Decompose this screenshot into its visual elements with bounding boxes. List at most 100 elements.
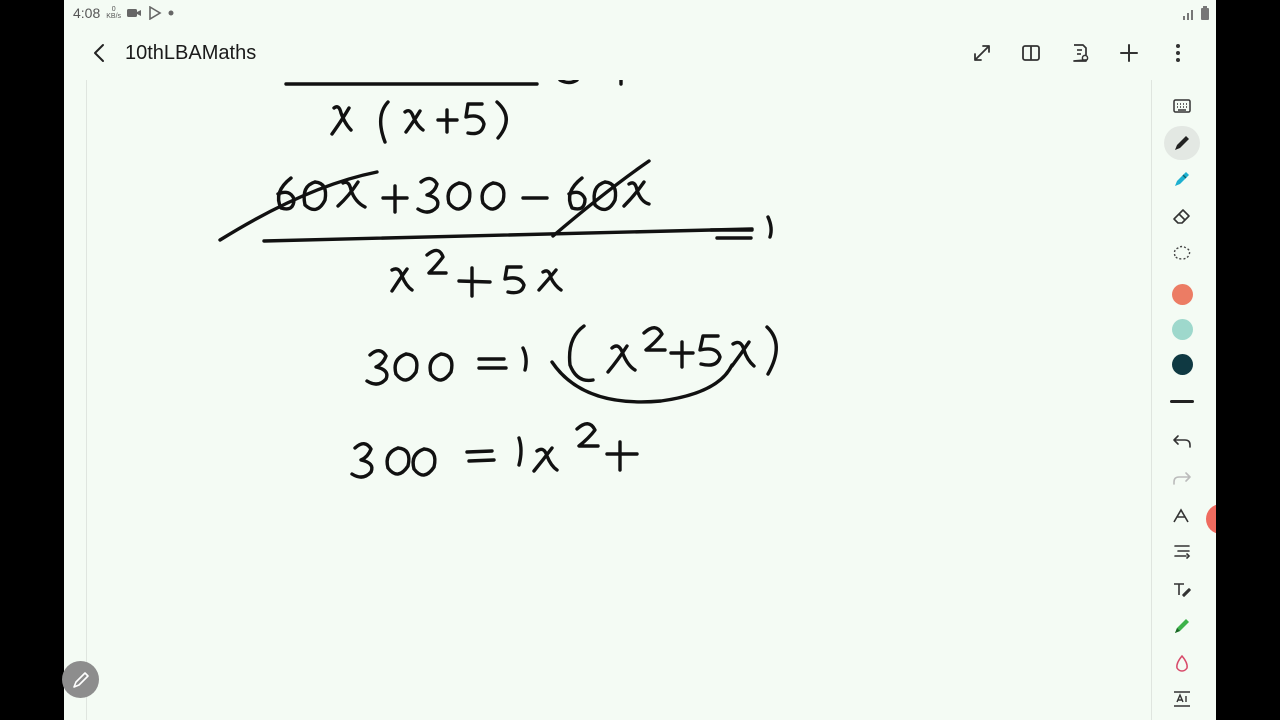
pen-toolbar	[1152, 88, 1216, 720]
page-settings-icon	[1073, 44, 1089, 62]
page-view-button[interactable]	[1007, 29, 1055, 77]
stroke-six-two	[567, 176, 587, 211]
mint-color-dot	[1171, 318, 1193, 340]
page-settings-button[interactable]	[1056, 29, 1104, 77]
add-page-button[interactable]	[1105, 29, 1153, 77]
align-tool[interactable]	[1164, 535, 1200, 569]
shape-text-tool[interactable]	[1164, 499, 1200, 533]
pen-tool[interactable]	[1164, 126, 1200, 160]
keyboard-icon	[1173, 99, 1191, 113]
stroke-plus-four	[669, 340, 695, 369]
expand-icon	[974, 45, 990, 61]
text-tool[interactable]	[1164, 572, 1200, 606]
app-bar-actions	[958, 29, 1202, 77]
stroke-paren-close	[495, 100, 508, 140]
stroke-x-three	[336, 180, 367, 209]
pen-icon	[1175, 136, 1189, 150]
stroke-x-two	[403, 108, 425, 134]
marker-icon	[1175, 619, 1189, 633]
stroke-strike-two	[551, 159, 651, 238]
floating-pen-button[interactable]	[62, 661, 99, 698]
plus-icon	[1120, 44, 1138, 62]
back-button[interactable]	[76, 29, 124, 77]
marker-tool[interactable]	[1164, 609, 1200, 643]
stroke-zero-eight	[411, 447, 437, 477]
stroke-x-one	[330, 105, 353, 136]
stroke-three-two	[365, 349, 389, 386]
signal-icon	[1182, 7, 1196, 23]
stroke-paren-close-two	[765, 325, 778, 376]
stroke-x-nine	[532, 446, 559, 473]
stroke-x-six	[537, 268, 563, 292]
stroke-three-three	[350, 442, 374, 479]
dark-teal-color-dot	[1171, 353, 1193, 375]
network-speed: 0 KB/s	[106, 6, 122, 20]
stroke-plus-one	[436, 108, 459, 134]
stroke-paren-open	[379, 100, 390, 144]
stroke-width-indicator[interactable]	[1170, 400, 1194, 403]
eraser-icon	[1173, 209, 1190, 224]
eraser-tool[interactable]	[1164, 199, 1200, 233]
stroke-one-one	[766, 215, 773, 239]
math-recognize-tool[interactable]	[1164, 682, 1200, 716]
stroke-equals-three	[465, 449, 496, 463]
text-recognize-icon	[1174, 691, 1190, 707]
color-swatch-3[interactable]	[1164, 347, 1200, 381]
align-lines-icon	[1174, 545, 1191, 559]
ink-tool[interactable]	[1164, 646, 1200, 680]
video-camera-icon	[126, 7, 142, 19]
edge-panel-handle[interactable]	[1206, 504, 1216, 534]
note-title: 10thLBAMaths	[125, 41, 257, 64]
redo-icon	[1173, 472, 1191, 485]
stroke-five-two	[503, 265, 526, 295]
stroke-five-three	[698, 334, 722, 367]
stroke-equals-one	[709, 228, 754, 240]
notification-dot-icon	[168, 10, 174, 16]
status-time: 4:08	[73, 5, 101, 21]
convert-shape-icon	[1173, 508, 1189, 523]
stroke-zero-two	[446, 181, 472, 211]
coral-color-dot	[1171, 283, 1193, 305]
book-icon	[1022, 45, 1040, 61]
chevron-left-icon	[94, 44, 104, 62]
redo-button[interactable]	[1164, 461, 1200, 495]
more-vertical-icon	[1176, 44, 1180, 62]
stroke-x-eight	[730, 340, 756, 368]
stroke-paren-open-two	[567, 324, 595, 383]
handwriting-canvas[interactable]	[86, 80, 1152, 720]
stroke-top-remnant	[558, 80, 623, 86]
stroke-exp-two-one	[425, 248, 448, 275]
ink-drop-icon	[1176, 654, 1188, 672]
highlighter-tool[interactable]	[1164, 162, 1200, 196]
battery-icon	[1200, 6, 1210, 23]
stroke-zero-seven	[385, 446, 411, 476]
undo-icon	[1173, 435, 1191, 448]
lasso-tool[interactable]	[1164, 236, 1200, 270]
color-swatch-2[interactable]	[1164, 312, 1200, 346]
stroke-x-five	[390, 267, 414, 293]
stroke-zero-three	[480, 181, 506, 211]
status-bar: 4:08 0 KB/s	[64, 0, 1216, 26]
stroke-three-one	[416, 176, 440, 214]
app-bar: 10thLBAMaths	[64, 26, 1216, 80]
stroke-one-three	[517, 436, 523, 467]
stroke-exp-two-two	[642, 326, 667, 352]
stroke-underline-arc	[550, 360, 734, 404]
status-right-group	[1182, 6, 1210, 23]
handwritten-math-strokes	[218, 80, 778, 479]
pen-floating-icon	[72, 671, 89, 688]
keyboard-tool[interactable]	[1164, 89, 1200, 123]
stroke-exp-two-three	[575, 422, 600, 448]
stroke-zero-six	[428, 352, 454, 382]
color-swatch-1[interactable]	[1164, 277, 1200, 311]
stroke-plus-two	[381, 184, 409, 214]
stroke-x-seven	[606, 344, 637, 374]
stroke-five-one	[464, 102, 486, 136]
more-options-button[interactable]	[1154, 29, 1202, 77]
lasso-icon	[1173, 245, 1191, 260]
undo-button[interactable]	[1164, 424, 1200, 458]
stroke-plus-three	[457, 266, 492, 298]
stroke-equals-two	[477, 357, 508, 370]
stroke-plus-five	[605, 440, 639, 472]
fullscreen-button[interactable]	[958, 29, 1006, 77]
